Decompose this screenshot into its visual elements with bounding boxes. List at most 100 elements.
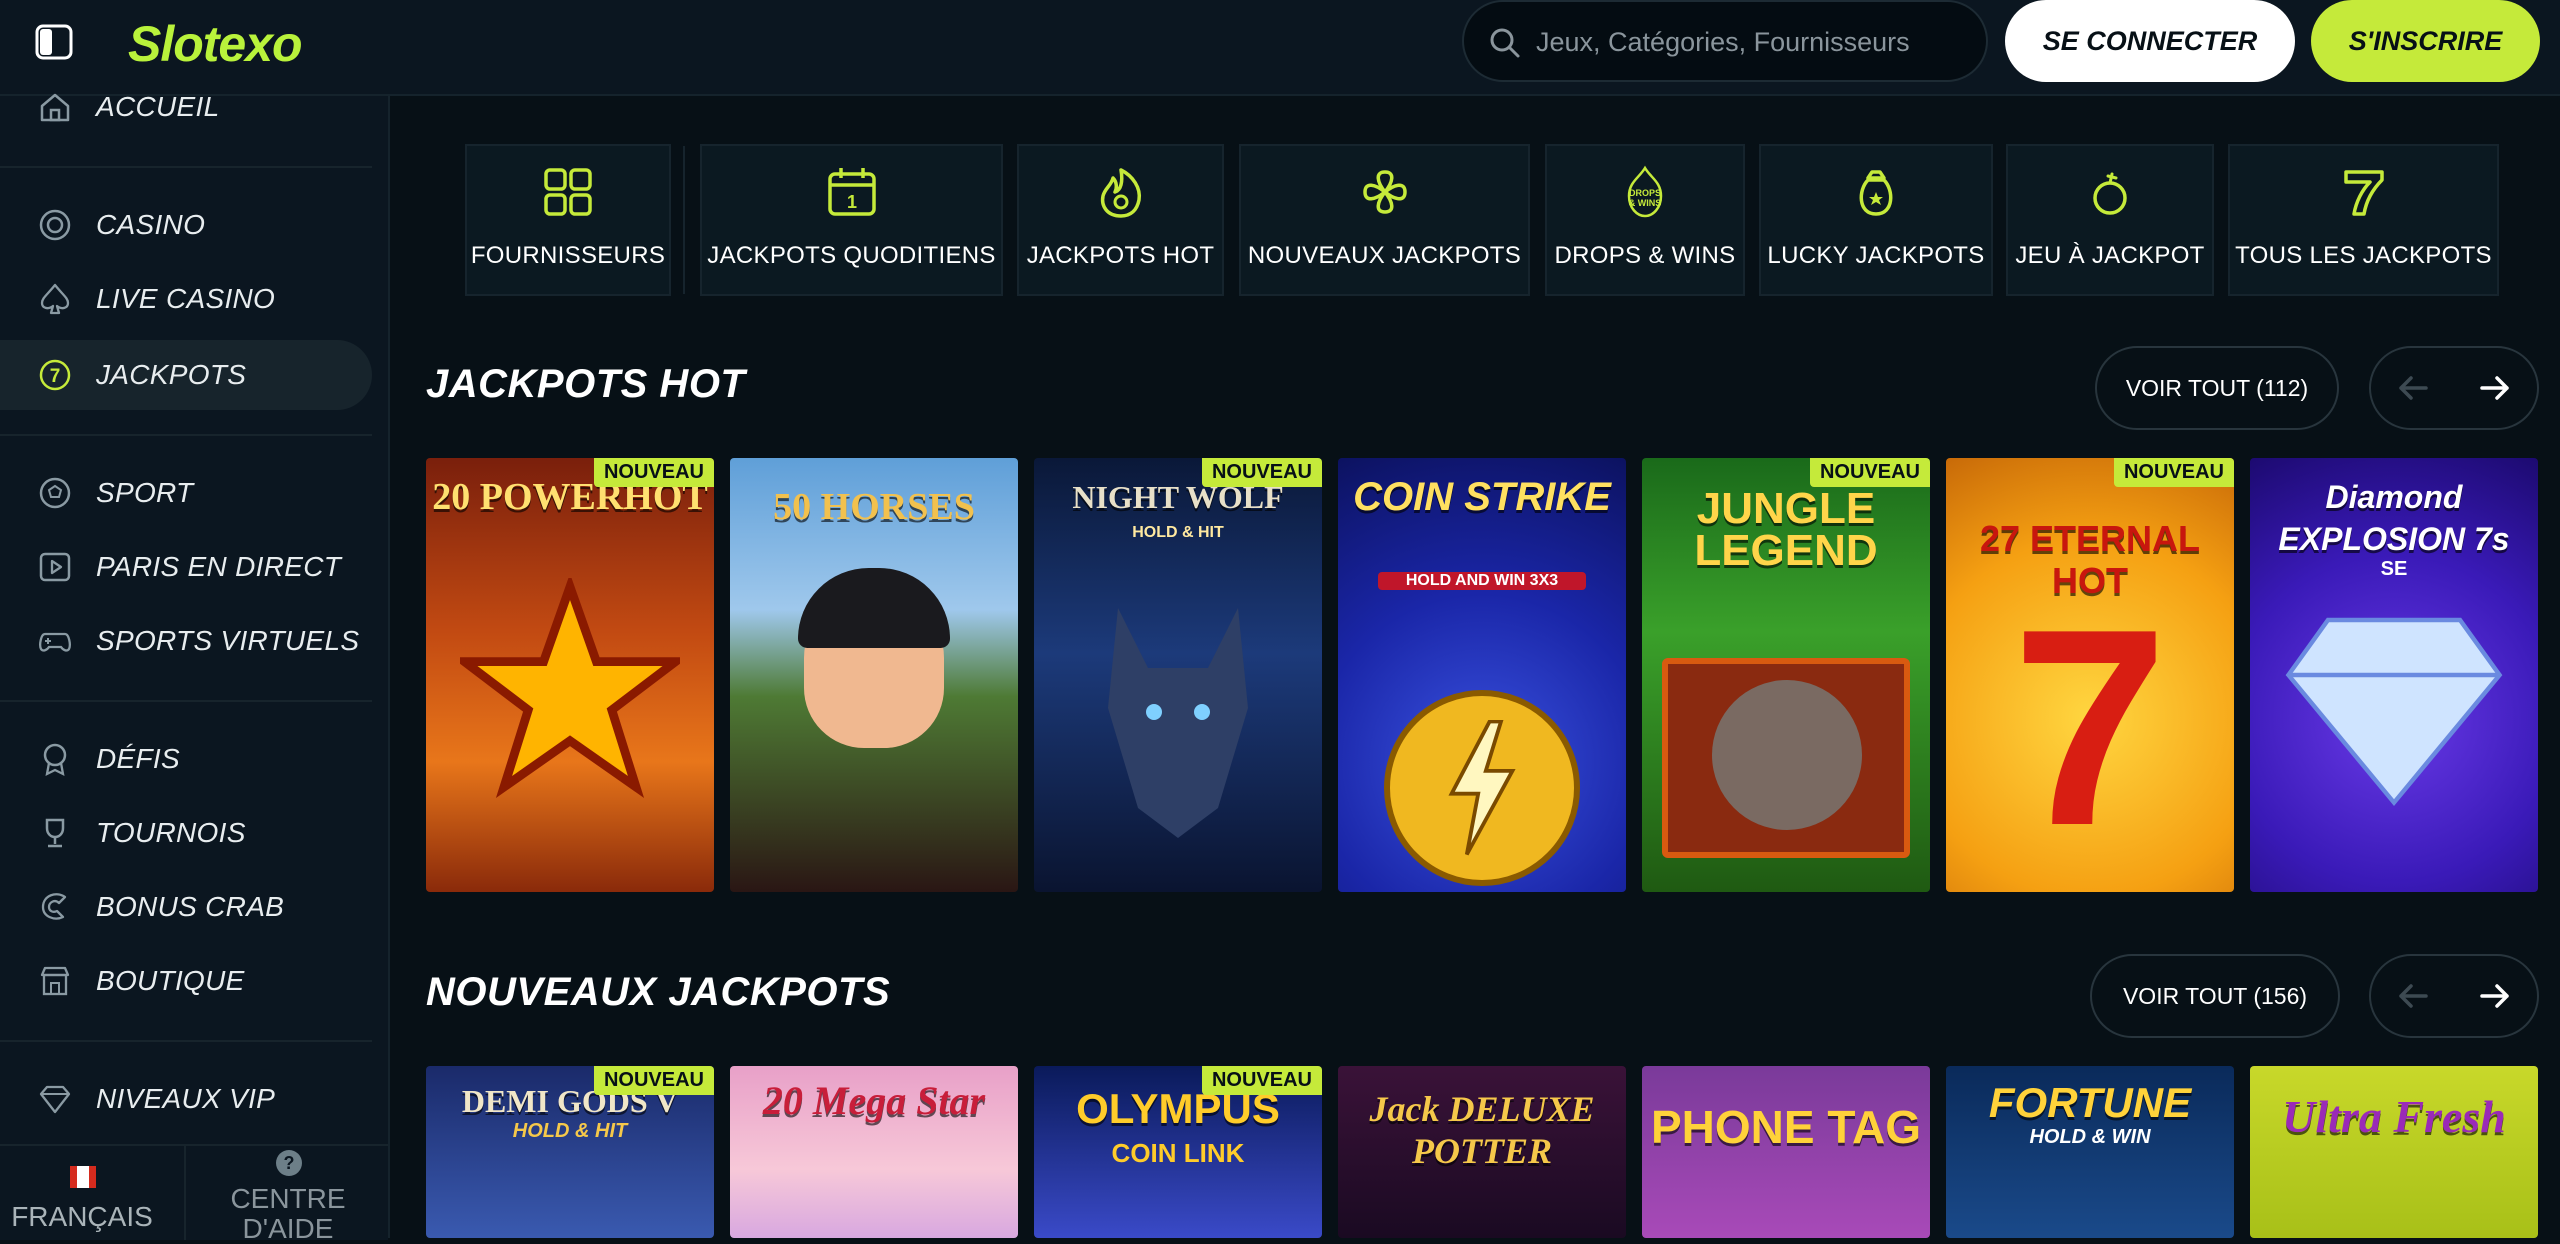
game-card[interactable]: 20 POWERHOT NOUVEAU [426,458,714,892]
new-badge: NOUVEAU [593,1066,714,1095]
sidebar-item-label: TOURNOIS [96,817,246,848]
svg-text:DROPS: DROPS [1629,188,1661,198]
language-selector[interactable]: FRANÇAIS [0,1146,186,1240]
category-label: JACKPOTS HOT [1026,242,1215,269]
category-label: LUCKY JACKPOTS [1767,242,1985,269]
new-badge: NOUVEAU [593,458,714,487]
game-subtitle: SE [2380,558,2408,580]
search-icon [1490,28,1520,58]
sidebar-footer: FRANÇAIS ? CENTRE D'AIDE [0,1144,388,1244]
category-label: FOURNISSEURS [470,242,666,269]
category-jackpots-hot[interactable]: JACKPOTS HOT [1017,144,1224,296]
game-card[interactable]: DEMI GODS V HOLD & HIT NOUVEAU [426,1066,714,1238]
next-arrow-icon[interactable] [2453,348,2537,428]
category-tous-les-jackpots[interactable]: TOUS LES JACKPOTS [2228,144,2499,296]
game-card[interactable]: JUNGLE LEGEND NOUVEAU [1642,458,1930,892]
sidebar-toggle-icon[interactable] [34,22,74,62]
spade-icon [36,280,74,318]
sidebar-item-label: CASINO [96,209,206,240]
login-button[interactable]: SE CONNECTER [2005,0,2295,82]
view-all-nouveaux-jackpots-button[interactable]: VOIR TOUT (156) [2090,954,2340,1038]
sidebar-item-boutique[interactable]: BOUTIQUE [0,946,372,1016]
game-card[interactable]: 7 27 ETERNAL HOT NOUVEAU [1946,458,2234,892]
flame-icon [1100,168,1141,218]
sidebar-item-sports-virtuels[interactable]: SPORTS VIRTUELS [0,606,372,676]
category-drops-wins[interactable]: DROPS & WINS DROPS & WINS [1545,144,1745,296]
game-title: COIN STRIKE [1353,475,1611,519]
category-lucky-jackpots[interactable]: LUCKY JACKPOTS [1759,144,1993,296]
game-card[interactable]: OLYMPUS COIN LINK NOUVEAU [1034,1066,1322,1238]
game-title: 20 Mega Star [762,1078,986,1123]
divider [0,700,372,702]
game-card[interactable]: 50 HORSES [730,458,1018,892]
game-card[interactable]: NIGHT WOLF HOLD & HIT NOUVEAU [1034,458,1322,892]
sidebar-item-defis[interactable]: DÉFIS [0,724,372,794]
logo[interactable]: Slotexo [128,12,303,76]
help-center-link[interactable]: ? CENTRE D'AIDE [188,1146,388,1244]
new-badge: NOUVEAU [2113,458,2234,487]
lightning-icon [1448,720,1516,856]
trophy-icon [36,814,74,852]
soccer-ball-icon [36,474,74,512]
svg-text:& WINS: & WINS [1629,198,1662,208]
clover-icon [1362,170,1407,214]
canada-flag-icon [70,1166,96,1188]
search-bar[interactable] [1462,0,1988,82]
section-title-nouveaux-jackpots: NOUVEAUX JACKPOTS [426,970,891,1014]
game-card[interactable]: 20 Mega Star [730,1066,1018,1238]
award-icon [36,740,74,778]
new-badge: NOUVEAU [1201,1066,1322,1095]
home-icon [36,88,74,126]
crab-claw-icon [36,888,74,926]
sidebar-item-niveaux-vip[interactable]: NIVEAUX VIP [0,1064,372,1134]
new-badge: NOUVEAU [1809,458,1930,487]
sidebar-item-sport[interactable]: SPORT [0,458,372,528]
sidebar-item-label: NIVEAUX VIP [96,1083,276,1114]
category-fournisseurs[interactable]: FOURNISSEURS [465,144,671,296]
divider [0,434,372,436]
sidebar-item-live-casino[interactable]: LIVE CASINO [0,264,372,334]
view-all-jackpots-hot-button[interactable]: VOIR TOUT (112) [2095,346,2339,430]
category-jeu-a-jackpot[interactable]: JEU À JACKPOT [2006,144,2214,296]
sidebar-item-label: PARIS EN DIRECT [96,551,342,582]
sidebar-item-label: BONUS CRAB [96,891,285,922]
top-bar: Slotexo SE CONNECTER S'INSCRIRE [0,0,2560,96]
sidebar-item-label: DÉFIS [96,743,180,774]
diamond-icon [36,1080,74,1118]
sidebar-item-label: JACKPOTS [96,359,247,390]
diamond-icon [2285,617,2503,807]
sidebar-item-bonus-crab[interactable]: BONUS CRAB [0,872,372,942]
game-title: 50 HORSES [773,486,975,528]
prev-arrow-icon[interactable] [2371,348,2455,428]
grid-icon [544,168,592,216]
game-card[interactable]: Jack DELUXE POTTER [1338,1066,1626,1238]
divider [683,146,685,294]
sidebar-item-jackpots[interactable]: 7 JACKPOTS [0,340,372,410]
search-input[interactable] [1534,16,1968,68]
sidebar-item-paris-en-direct[interactable]: PARIS EN DIRECT [0,532,372,602]
next-arrow-icon[interactable] [2453,956,2537,1036]
sidebar-item-accueil[interactable]: ACCUEIL [0,72,372,142]
category-jackpots-quotidiens[interactable]: 1 JACKPOTS QUODITIENS [700,144,1003,296]
signup-button[interactable]: S'INSCRIRE [2311,0,2540,82]
sidebar-item-label: ACCUEIL [96,91,220,122]
divider [0,1040,372,1042]
game-card[interactable]: PHONE TAG [1642,1066,1930,1238]
game-subtitle: HOLD & WIN [2029,1126,2151,1148]
sidebar-item-tournois[interactable]: TOURNOIS [0,798,372,868]
sidebar-item-label: SPORT [96,477,194,508]
category-label: JEU À JACKPOT [2015,242,2205,269]
game-card[interactable]: Ultra Fresh [2250,1066,2538,1238]
chip-icon [36,206,74,244]
game-card[interactable]: COIN STRIKE HOLD AND WIN 3X3 [1338,458,1626,892]
game-card[interactable]: FORTUNE HOLD & WIN [1946,1066,2234,1238]
game-title: 27 ETERNAL HOT [1979,518,2201,601]
game-title: Diamond EXPLOSION 7s [2278,479,2510,557]
game-card[interactable]: Diamond EXPLOSION 7s SE [2250,458,2538,892]
category-nouveaux-jackpots[interactable]: NOUVEAUX JACKPOTS [1239,144,1530,296]
sidebar-item-casino[interactable]: CASINO [0,190,372,260]
game-subtitle: HOLD & HIT [512,1120,628,1142]
prev-arrow-icon[interactable] [2371,956,2455,1036]
seven-badge-icon: 7 [36,356,74,394]
calendar-icon: 1 [827,168,876,216]
